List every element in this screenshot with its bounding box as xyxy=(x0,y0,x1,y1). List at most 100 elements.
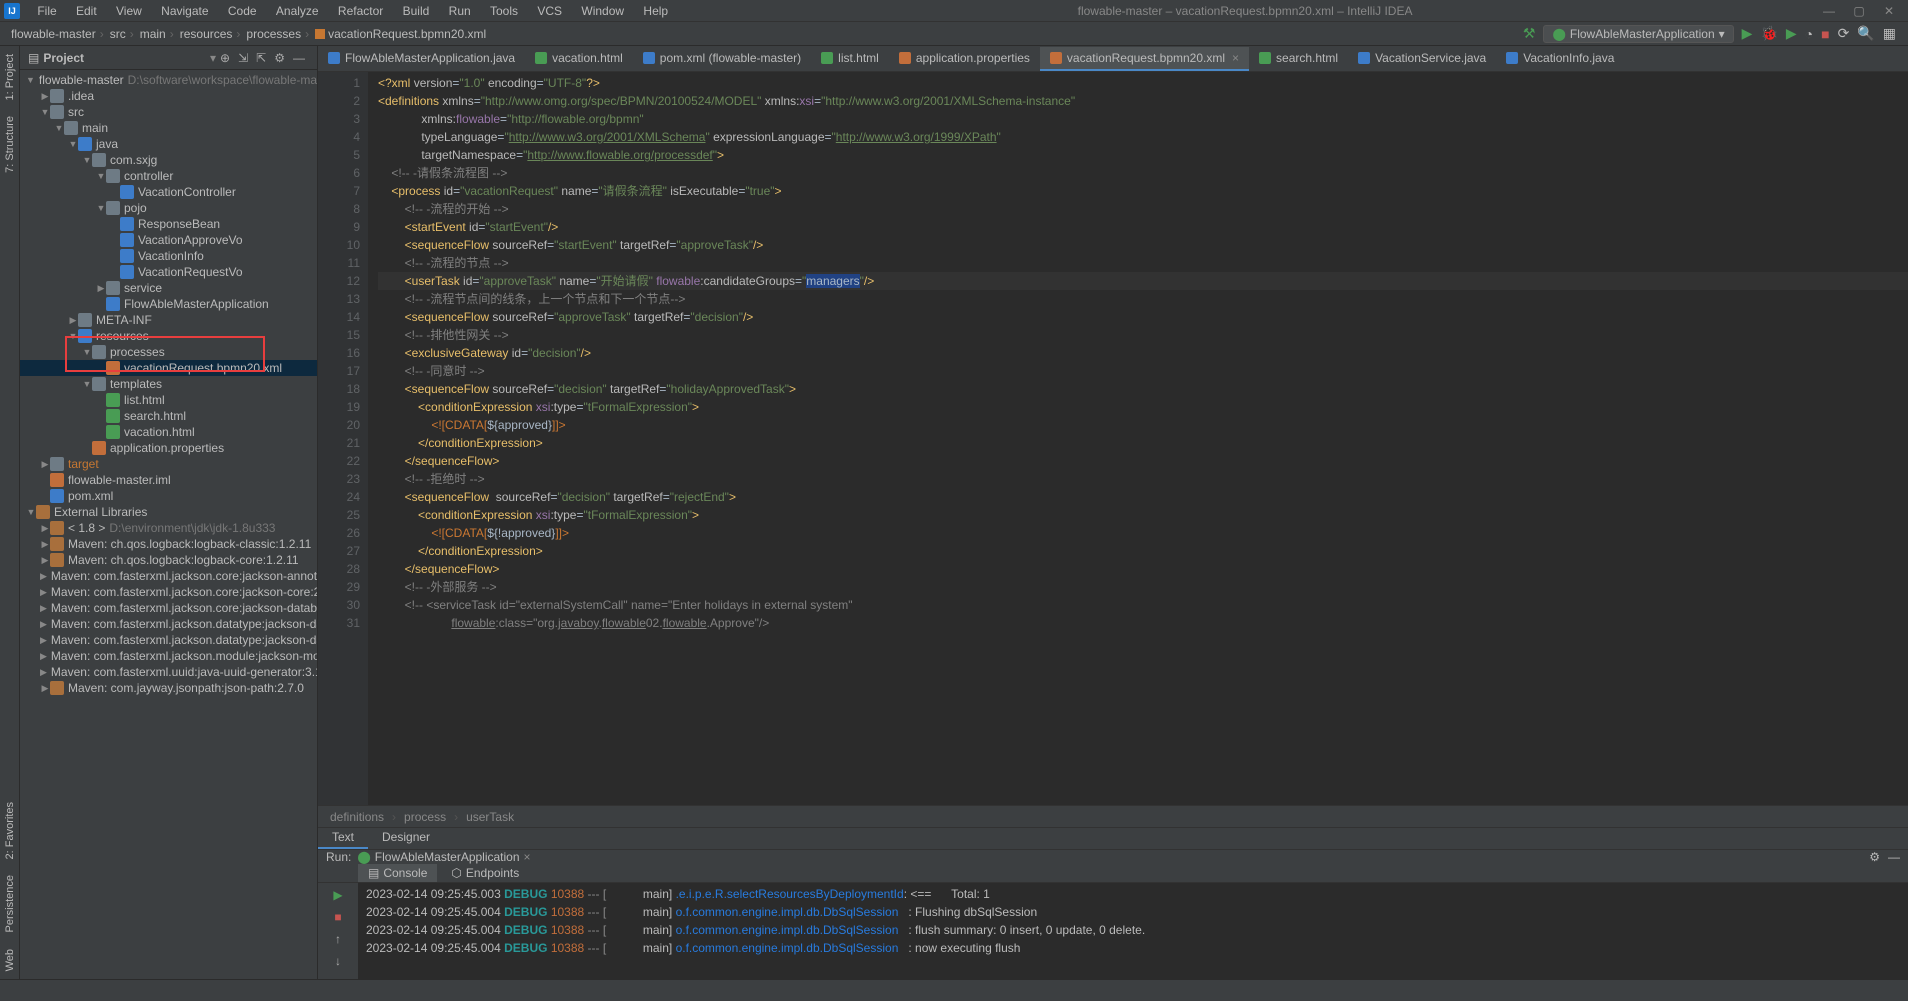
code-line[interactable]: <!-- <serviceTask id="externalSystemCall… xyxy=(378,596,1908,614)
tree-row[interactable]: ▼src xyxy=(20,104,317,120)
breadcrumb-item[interactable]: vacationRequest.bpmn20.xml xyxy=(312,27,489,41)
tree-arrow-icon[interactable]: ▼ xyxy=(82,347,92,357)
line-number[interactable]: 11 xyxy=(318,254,360,272)
tree-row[interactable]: list.html xyxy=(20,392,317,408)
tree-arrow-icon[interactable]: ▶ xyxy=(40,459,50,470)
tree-row[interactable]: ▶target xyxy=(20,456,317,472)
line-number[interactable]: 9 xyxy=(318,218,360,236)
tree-row[interactable]: ▼com.sxjg xyxy=(20,152,317,168)
tool-tab[interactable]: 1: Project xyxy=(2,46,18,108)
line-number[interactable]: 15 xyxy=(318,326,360,344)
tool-tab[interactable]: 7: Structure xyxy=(2,108,18,181)
code-line[interactable]: xmlns:flowable="http://flowable.org/bpmn… xyxy=(378,110,1908,128)
code-line[interactable]: <!-- -拒绝时 --> xyxy=(378,470,1908,488)
editor-tab[interactable]: vacationRequest.bpmn20.xml× xyxy=(1040,47,1249,71)
code-line[interactable]: <![CDATA[${!approved}]]> xyxy=(378,524,1908,542)
hide-icon[interactable]: — xyxy=(289,51,309,65)
tree-row[interactable]: flowable-master.iml xyxy=(20,472,317,488)
scroll-up-button[interactable]: ↑ xyxy=(330,931,346,947)
minimize-button[interactable]: — xyxy=(1814,4,1844,18)
tool-tab[interactable]: Persistence xyxy=(2,867,18,940)
code-line[interactable]: typeLanguage="http://www.w3.org/2001/XML… xyxy=(378,128,1908,146)
line-number[interactable]: 4 xyxy=(318,128,360,146)
ide-settings-icon[interactable]: ▦ xyxy=(1879,25,1900,42)
line-number[interactable]: 20 xyxy=(318,416,360,434)
tree-row[interactable]: ▼java xyxy=(20,136,317,152)
code-line[interactable]: <conditionExpression xsi:type="tFormalEx… xyxy=(378,398,1908,416)
line-number[interactable]: 17 xyxy=(318,362,360,380)
editor-tab[interactable]: search.html xyxy=(1249,47,1348,71)
code-line[interactable]: <sequenceFlow sourceRef="approveTask" ta… xyxy=(378,308,1908,326)
tree-arrow-icon[interactable]: ▶ xyxy=(40,587,47,598)
settings-icon[interactable]: ⚙ xyxy=(270,51,289,65)
console-output[interactable]: 2023-02-14 09:25:45.003 DEBUG 10388 --- … xyxy=(358,883,1908,979)
code-line[interactable]: <sequenceFlow sourceRef="decision" targe… xyxy=(378,488,1908,506)
code-line[interactable]: <exclusiveGateway id="decision"/> xyxy=(378,344,1908,362)
editor-tab[interactable]: VacationInfo.java xyxy=(1496,47,1624,71)
code-line[interactable]: <!-- -排他性网关 --> xyxy=(378,326,1908,344)
tree-arrow-icon[interactable]: ▼ xyxy=(96,203,106,213)
tree-row[interactable]: ▼flowable-masterD:\software\workspace\fl… xyxy=(20,72,317,88)
line-number[interactable]: 31 xyxy=(318,614,360,632)
code-line[interactable]: <userTask id="approveTask" name="开始请假" f… xyxy=(378,272,1908,290)
code-line[interactable]: <!-- -流程的节点 --> xyxy=(378,254,1908,272)
tree-row[interactable]: VacationApproveVo xyxy=(20,232,317,248)
code-line[interactable]: <definitions xmlns="http://www.omg.org/s… xyxy=(378,92,1908,110)
tree-arrow-icon[interactable]: ▼ xyxy=(26,75,35,85)
code-line[interactable]: <?xml version="1.0" encoding="UTF-8"?> xyxy=(378,74,1908,92)
tree-arrow-icon[interactable]: ▼ xyxy=(82,155,92,165)
run-config-selector[interactable]: ⬤ FlowAbleMasterApplication ▾ xyxy=(1543,25,1733,43)
run-settings-icon[interactable]: ⚙ xyxy=(1869,850,1880,864)
tree-row[interactable]: ▶META-INF xyxy=(20,312,317,328)
tree-arrow-icon[interactable]: ▶ xyxy=(40,539,50,550)
menu-build[interactable]: Build xyxy=(391,4,437,18)
tool-tab[interactable]: Web xyxy=(2,941,18,979)
tree-row[interactable]: application.properties xyxy=(20,440,317,456)
code-line[interactable]: <sequenceFlow sourceRef="decision" targe… xyxy=(378,380,1908,398)
code-line[interactable]: </conditionExpression> xyxy=(378,542,1908,560)
menu-edit[interactable]: Edit xyxy=(65,4,105,18)
tree-row[interactable]: ▶Maven: ch.qos.logback:logback-core:1.2.… xyxy=(20,552,317,568)
breadcrumb-item[interactable]: main xyxy=(137,27,177,41)
tree-row[interactable]: ResponseBean xyxy=(20,216,317,232)
tree-row[interactable]: pom.xml xyxy=(20,488,317,504)
menu-code[interactable]: Code xyxy=(217,4,265,18)
tree-row[interactable]: ▶Maven: com.fasterxml.uuid:java-uuid-gen… xyxy=(20,664,317,680)
code-line[interactable]: <![CDATA[${approved}]]> xyxy=(378,416,1908,434)
line-number[interactable]: 24 xyxy=(318,488,360,506)
code-breadcrumb[interactable]: definitionsprocessuserTask xyxy=(318,805,1908,827)
project-tree[interactable]: ▼flowable-masterD:\software\workspace\fl… xyxy=(20,70,317,979)
menu-run[interactable]: Run xyxy=(437,4,478,18)
line-number[interactable]: 5 xyxy=(318,146,360,164)
line-number[interactable]: 14 xyxy=(318,308,360,326)
code-line[interactable]: <!-- -流程节点间的线条，上一个节点和下一个节点--> xyxy=(378,290,1908,308)
tree-arrow-icon[interactable]: ▶ xyxy=(40,523,50,534)
tree-row[interactable]: VacationInfo xyxy=(20,248,317,264)
tree-row[interactable]: ▶Maven: com.fasterxml.jackson.core:jacks… xyxy=(20,584,317,600)
tree-row[interactable]: ▼processes xyxy=(20,344,317,360)
tree-row[interactable]: ▶Maven: com.fasterxml.jackson.datatype:j… xyxy=(20,616,317,632)
breadcrumb-item[interactable]: resources xyxy=(177,27,244,41)
line-number[interactable]: 8 xyxy=(318,200,360,218)
search-everywhere-icon[interactable]: 🔍 xyxy=(1853,25,1878,42)
code-line[interactable]: <startEvent id="startEvent"/> xyxy=(378,218,1908,236)
build-icon[interactable]: ⚒ xyxy=(1519,25,1540,42)
breadcrumb-item[interactable]: flowable-master xyxy=(8,27,107,41)
tree-arrow-icon[interactable]: ▼ xyxy=(26,507,36,517)
run-tab-endpoints[interactable]: ⬡Endpoints xyxy=(441,864,529,882)
tree-arrow-icon[interactable]: ▶ xyxy=(40,651,47,662)
code-editor[interactable]: 1234567891011121314151617181920212223242… xyxy=(318,72,1908,805)
tree-row[interactable]: ▶Maven: com.fasterxml.jackson.module:jac… xyxy=(20,648,317,664)
tree-arrow-icon[interactable]: ▶ xyxy=(40,667,47,678)
code-crumb[interactable]: process xyxy=(404,810,458,824)
tree-arrow-icon[interactable]: ▼ xyxy=(68,331,78,341)
tree-row[interactable]: ▶Maven: ch.qos.logback:logback-classic:1… xyxy=(20,536,317,552)
line-number[interactable]: 21 xyxy=(318,434,360,452)
tree-row[interactable]: FlowAbleMasterApplication xyxy=(20,296,317,312)
line-number[interactable]: 3 xyxy=(318,110,360,128)
tree-row[interactable]: search.html xyxy=(20,408,317,424)
line-number[interactable]: 28 xyxy=(318,560,360,578)
select-opened-file-icon[interactable]: ⊕ xyxy=(216,51,234,65)
code-content[interactable]: <?xml version="1.0" encoding="UTF-8"?><d… xyxy=(368,72,1908,805)
code-line[interactable]: <!-- -流程的开始 --> xyxy=(378,200,1908,218)
